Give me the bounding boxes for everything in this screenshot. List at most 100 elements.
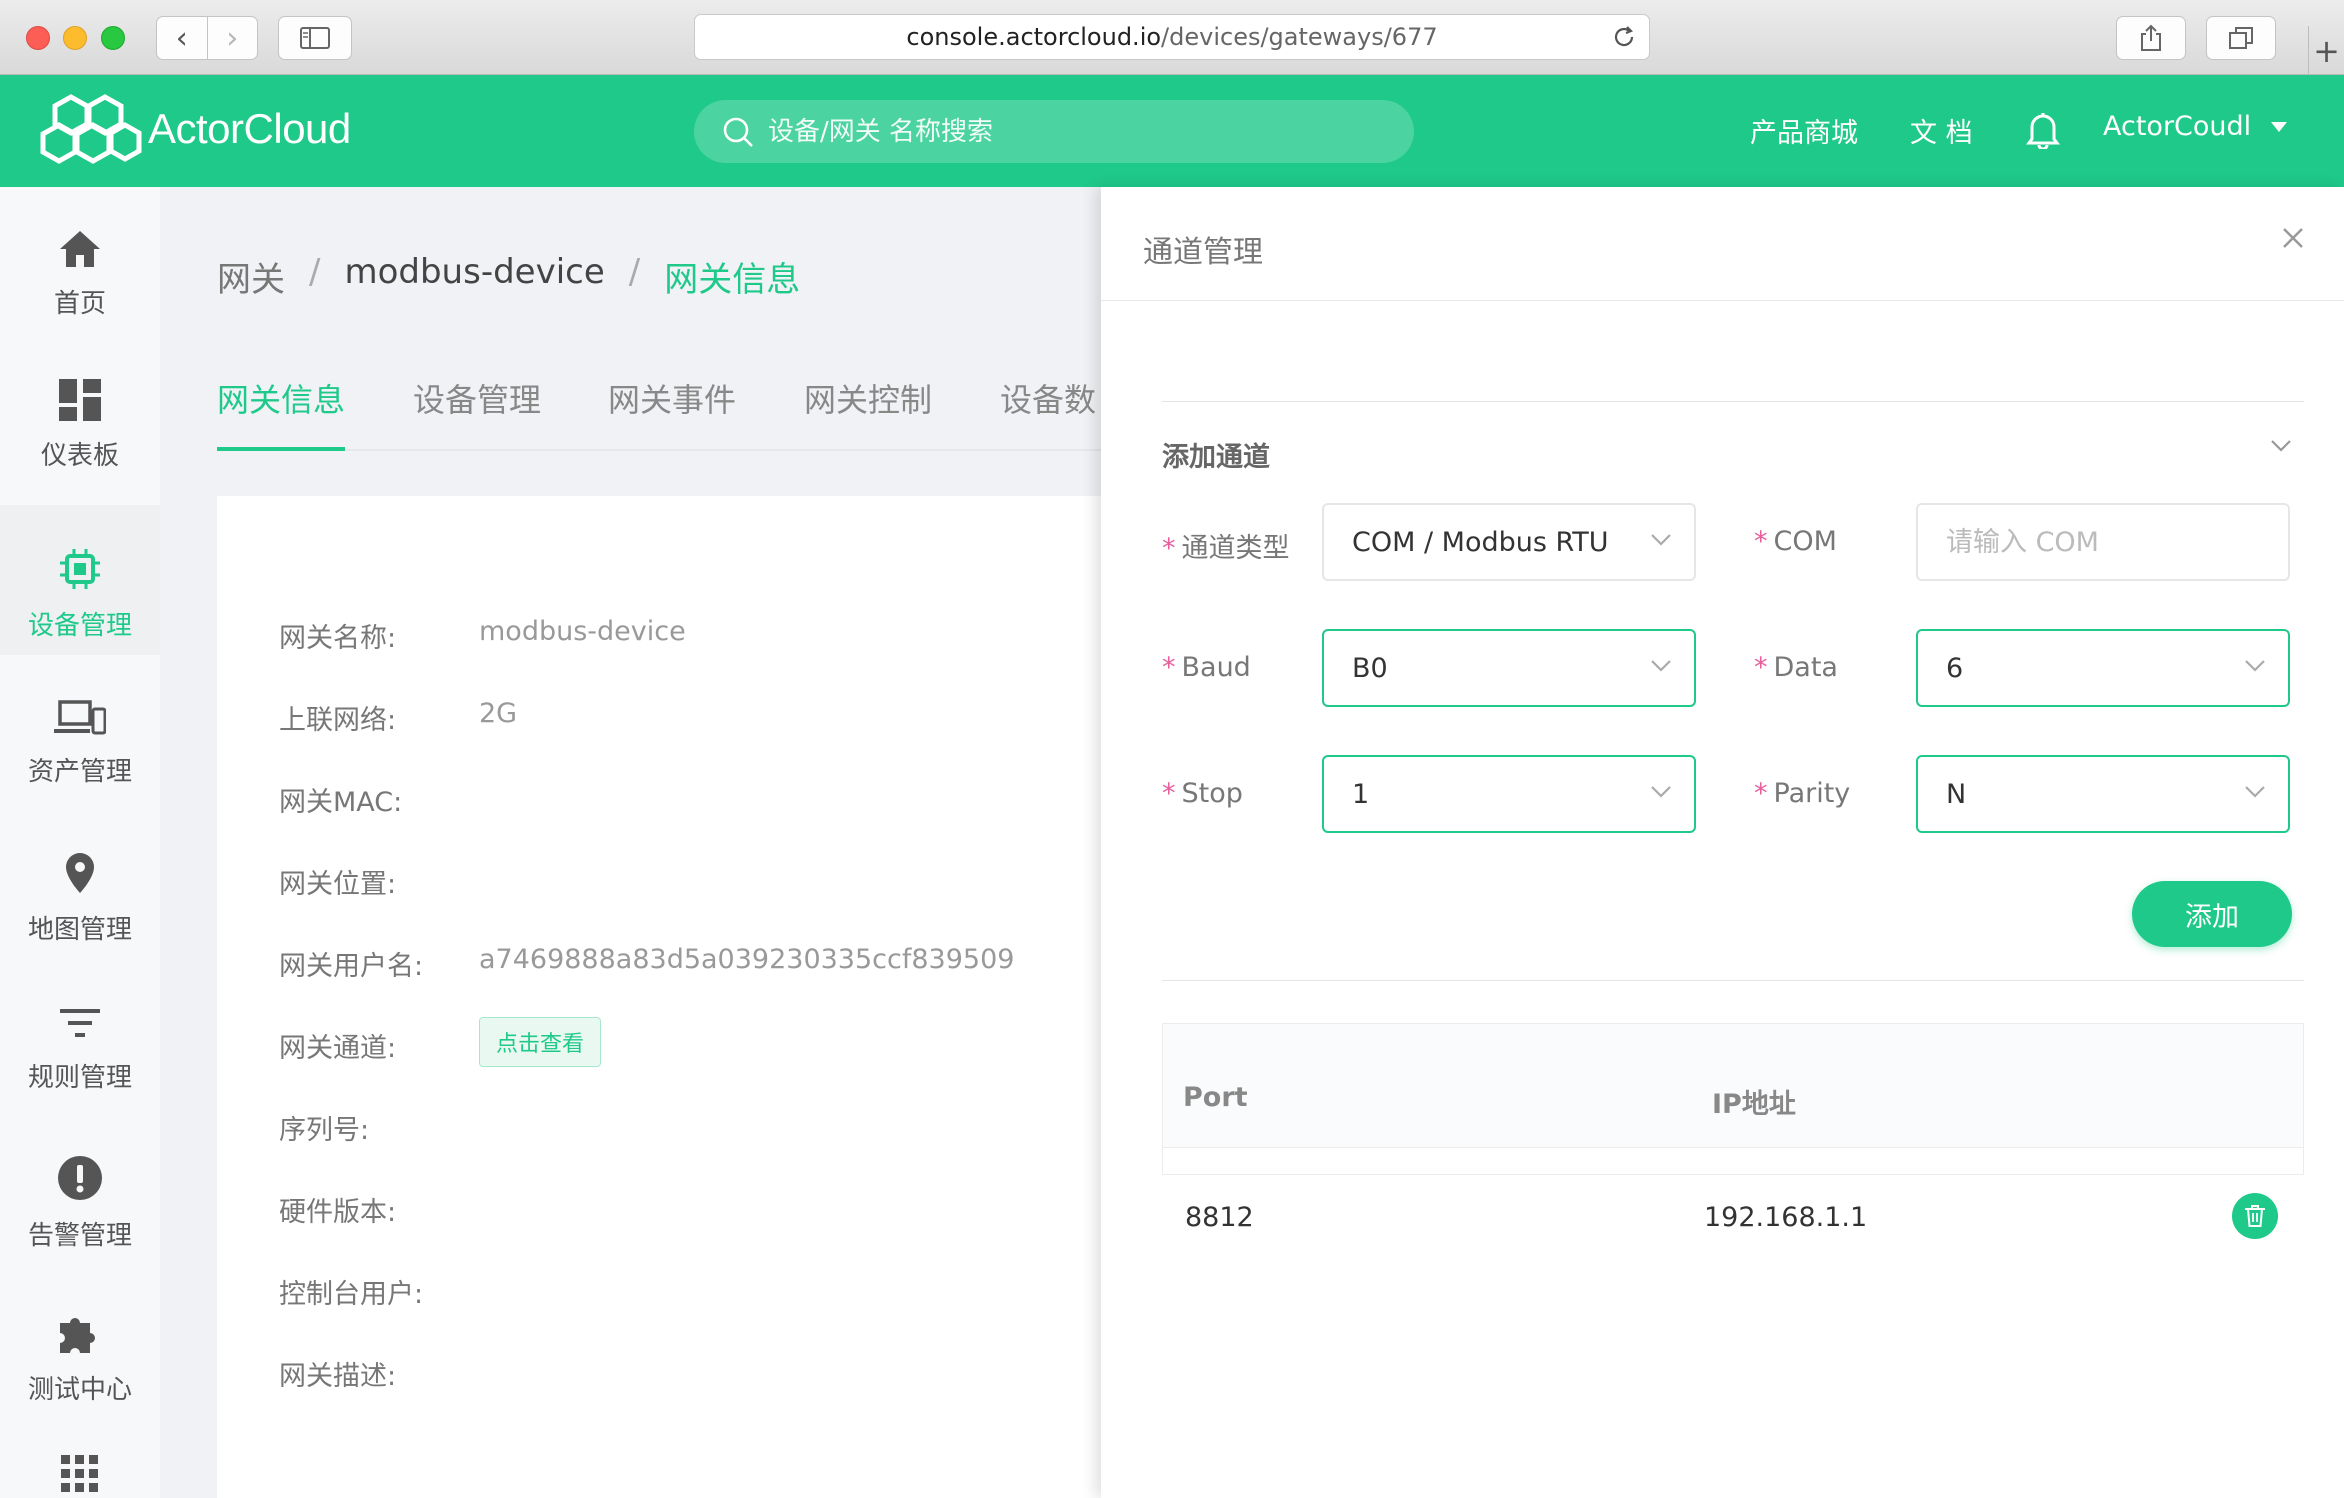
gateway-tabs: 网关信息 设备管理 网关事件 网关控制 设备数 xyxy=(217,375,1117,451)
sidebar-toggle-button[interactable] xyxy=(278,16,352,60)
sidebar-item-label: 仪表板 xyxy=(40,441,119,471)
info-label: 硬件版本: xyxy=(279,1197,397,1228)
info-label: 上联网络: xyxy=(279,705,397,736)
info-row-channel: 网关通道: 点击查看 xyxy=(279,1017,602,1076)
drawer-title: 通道管理 xyxy=(1143,235,1263,270)
info-row-name: 网关名称: modbus-device xyxy=(279,616,686,655)
channel-type-select[interactable]: COM / Modbus RTU xyxy=(1322,503,1696,581)
address-bar[interactable]: console.actorcloud.io/devices/gateways/6… xyxy=(694,14,1650,60)
minimize-window-button[interactable] xyxy=(63,26,87,50)
tab-gateway-events[interactable]: 网关事件 xyxy=(608,375,736,451)
sidebar-item-label: 测试中心 xyxy=(27,1375,132,1405)
channel-type-label: * 通道类型 xyxy=(1162,533,1290,564)
info-label: 网关用户名: xyxy=(279,951,424,982)
sidebar-item-rules[interactable]: 规则管理 xyxy=(0,961,160,1111)
sidebar-item-map[interactable]: 地图管理 xyxy=(0,809,160,959)
info-value: modbus-device xyxy=(479,616,686,647)
parity-label: * Parity xyxy=(1754,778,1851,809)
info-row-serial: 序列号: xyxy=(279,1108,479,1147)
com-input[interactable] xyxy=(1946,526,2246,558)
share-button[interactable] xyxy=(2116,16,2186,60)
breadcrumb-separator: / xyxy=(628,252,641,292)
user-name: ActorCoudl xyxy=(2103,111,2252,142)
info-label: 网关描述: xyxy=(279,1361,397,1392)
sidebar-item-test-center[interactable]: 测试中心 xyxy=(0,1265,160,1415)
com-label: * COM xyxy=(1754,526,1837,557)
url-path: /devices/gateways/677 xyxy=(1161,23,1438,51)
column-header-port: Port xyxy=(1183,1082,1248,1113)
info-label: 网关通道: xyxy=(279,1033,397,1064)
forward-button[interactable]: › xyxy=(206,17,258,59)
info-label: 序列号: xyxy=(279,1115,370,1146)
close-icon[interactable] xyxy=(2282,227,2304,249)
info-label: 网关MAC: xyxy=(279,787,403,818)
add-channel-section-title[interactable]: 添加通道 xyxy=(1162,435,1270,474)
sidebar-item-label: 设备管理 xyxy=(27,611,132,641)
tab-gateway-control[interactable]: 网关控制 xyxy=(804,375,932,451)
table-header: Port IP地址 xyxy=(1163,1024,2303,1148)
url-host: console.actorcloud.io xyxy=(906,23,1162,51)
filter-icon xyxy=(60,1009,100,1037)
breadcrumb-item-gateway[interactable]: 网关 xyxy=(217,252,285,301)
baud-select[interactable]: B0 xyxy=(1322,629,1696,707)
sidebar-item-dashboard[interactable]: 仪表板 xyxy=(0,337,160,487)
chevron-down-icon[interactable] xyxy=(2270,439,2292,453)
delete-row-button[interactable] xyxy=(2232,1193,2278,1239)
data-select[interactable]: 6 xyxy=(1916,629,2290,707)
logo[interactable]: ActorCloud xyxy=(38,93,351,165)
header-link-store[interactable]: 产品商城 xyxy=(1750,111,1858,150)
dashboard-icon xyxy=(59,379,101,421)
stop-label: * Stop xyxy=(1162,778,1243,809)
sidebar-item-label: 资产管理 xyxy=(27,757,132,787)
baud-value: B0 xyxy=(1352,652,1388,684)
map-pin-icon xyxy=(66,853,94,893)
sidebar-item-label: 告警管理 xyxy=(27,1221,132,1251)
alert-icon xyxy=(58,1156,102,1200)
view-channel-button[interactable]: 点击查看 xyxy=(479,1017,602,1067)
search-input[interactable] xyxy=(768,116,1368,147)
tab-device-management[interactable]: 设备管理 xyxy=(413,375,541,451)
sidebar-item-alerts[interactable]: 告警管理 xyxy=(0,1113,160,1263)
chevron-down-icon xyxy=(2245,786,2265,798)
close-window-button[interactable] xyxy=(26,26,50,50)
reload-icon[interactable] xyxy=(1611,24,1637,50)
info-row-mac: 网关MAC: xyxy=(279,780,479,819)
logo-hexagons-icon xyxy=(40,94,142,164)
tab-device-data[interactable]: 设备数 xyxy=(1000,375,1096,451)
zoom-window-button[interactable] xyxy=(101,26,125,50)
parity-select[interactable]: N xyxy=(1916,755,2290,833)
trash-icon xyxy=(2245,1205,2265,1227)
cell-ip: 192.168.1.1 xyxy=(1704,1202,1868,1233)
back-button[interactable]: ‹ xyxy=(157,17,207,59)
com-field[interactable] xyxy=(1916,503,2290,581)
data-label: * Data xyxy=(1754,652,1838,683)
breadcrumb-item-device[interactable]: modbus-device xyxy=(344,252,604,301)
stop-select[interactable]: 1 xyxy=(1322,755,1696,833)
tab-overview-button[interactable] xyxy=(2206,16,2276,60)
new-tab-button[interactable]: + xyxy=(2308,26,2344,75)
user-menu[interactable]: ActorCoudl xyxy=(2103,111,2288,142)
devices-icon xyxy=(54,700,106,735)
home-icon xyxy=(60,231,100,267)
info-value: 2G xyxy=(479,698,518,729)
grid-dots-icon[interactable] xyxy=(61,1455,99,1493)
sidebar-item-assets[interactable]: 资产管理 xyxy=(0,657,160,807)
section-divider xyxy=(1162,401,2304,402)
drawer-header: 通道管理 xyxy=(1101,187,2344,301)
sidebar-item-label: 地图管理 xyxy=(27,915,132,945)
sidebar-item-devices[interactable]: 设备管理 xyxy=(0,505,160,655)
browser-toolbar: ‹ › console.actorcloud.io/devices/gatewa… xyxy=(0,0,2344,75)
info-row-hardware: 硬件版本: xyxy=(279,1190,479,1229)
tab-gateway-info[interactable]: 网关信息 xyxy=(217,375,346,451)
add-channel-button[interactable]: 添加 xyxy=(2132,881,2292,947)
bell-icon[interactable] xyxy=(2026,111,2060,149)
cell-port: 8812 xyxy=(1185,1202,1254,1233)
global-search[interactable] xyxy=(694,100,1414,163)
sidebar: 首页 仪表板 设备管理 资产管理 地图管理 规则管理 告警管理 测试中心 xyxy=(0,187,160,1498)
breadcrumb: 网关 / modbus-device / 网关信息 xyxy=(217,252,800,301)
header-link-docs[interactable]: 文 档 xyxy=(1910,111,1973,150)
info-label: 网关名称: xyxy=(279,623,397,654)
info-row-network: 上联网络: 2G xyxy=(279,698,517,737)
info-row-console-user: 控制台用户: xyxy=(279,1272,479,1311)
sidebar-item-home[interactable]: 首页 xyxy=(0,187,160,337)
